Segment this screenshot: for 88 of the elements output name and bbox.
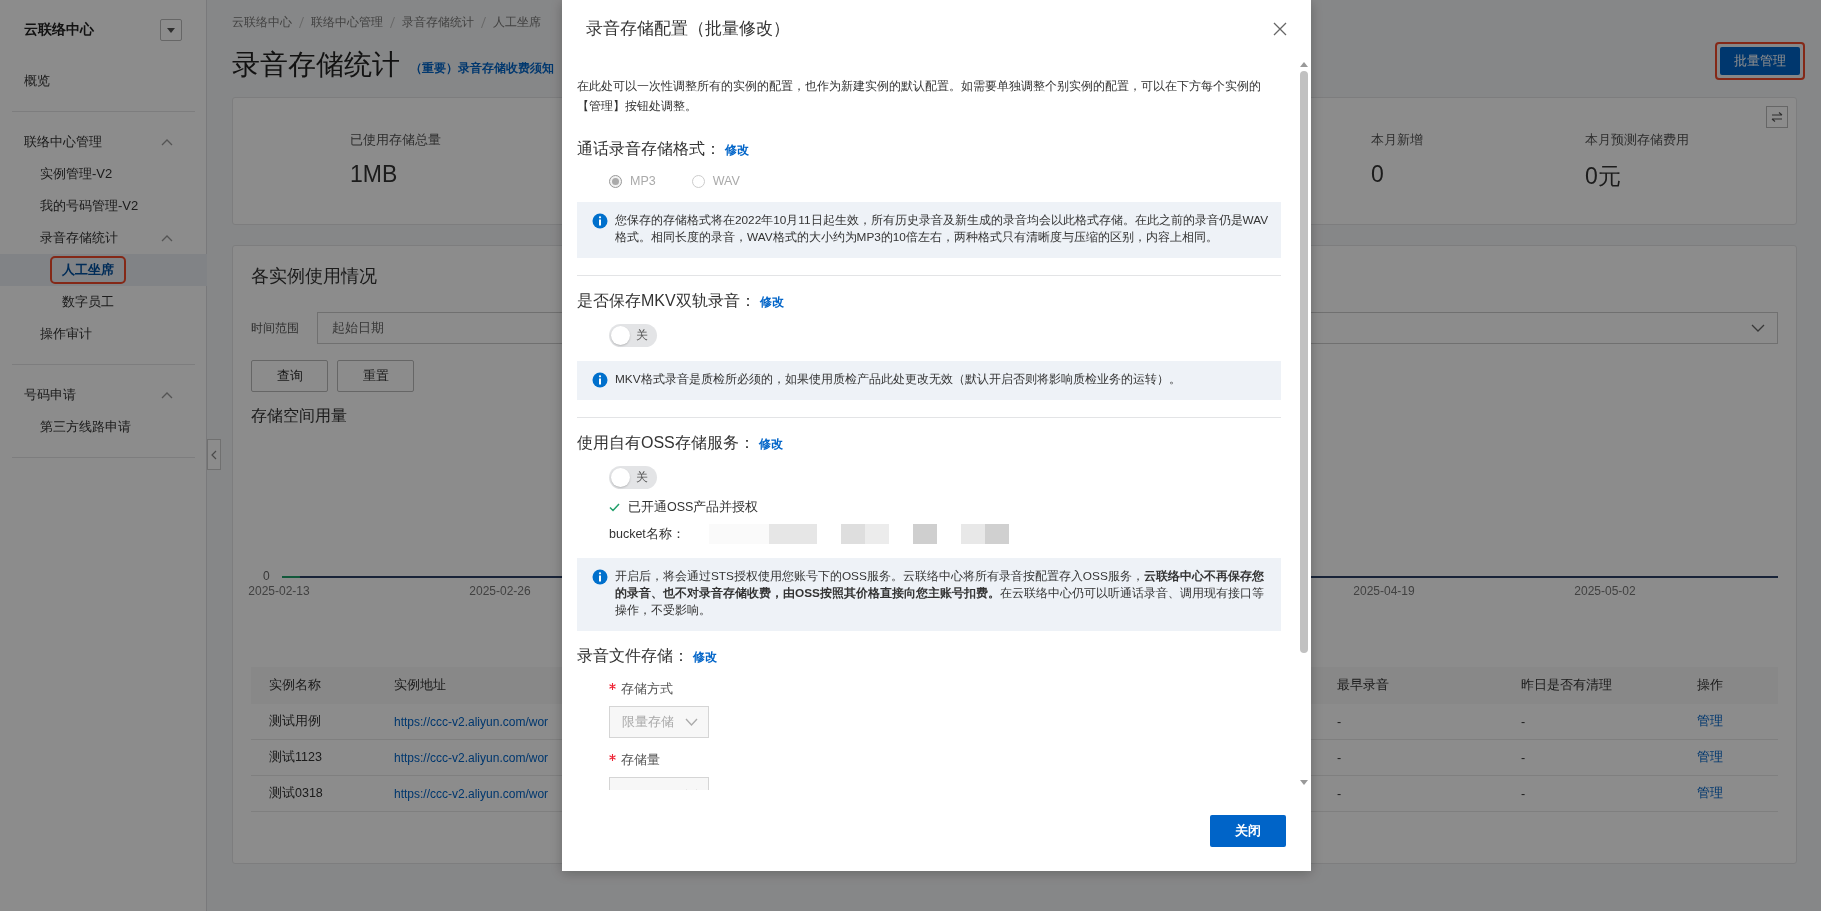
column-header: 最早录音 xyxy=(1319,667,1503,704)
axis-tick-label: 2025-02-13 xyxy=(247,584,311,598)
field-label: bucket名称： xyxy=(609,525,685,543)
section-title: 各实例使用情况 xyxy=(251,265,378,288)
table-cell: - xyxy=(1503,739,1679,776)
check-icon xyxy=(609,503,620,512)
edit-link[interactable]: 修改 xyxy=(693,649,717,666)
field-label: 存储量 xyxy=(609,752,1281,769)
page-title: 录音存储统计 xyxy=(232,48,400,82)
chevron-left-icon xyxy=(211,449,217,460)
notice-link[interactable]: （重要）录音存储收费须知 xyxy=(410,60,554,76)
setting-heading: 是否保存MKV双轨录音： xyxy=(577,291,756,311)
alert-text: 开启后，将会通过STS授权使用您账号下的OSS服务。云联络中心将所有录音按配置存入OSS服务，云联络中心不再保存您的录音、也不对录音存储收费，由OSS按照其价格直接向您主账号扣费。在云联络中心仍可以听通话录音、调用现有接口等操作，不受影响。 xyxy=(615,568,1265,619)
close-icon[interactable] xyxy=(1273,22,1287,36)
nav-item[interactable]: 第三方线路申请 xyxy=(40,418,131,436)
manage-link[interactable]: 管理 xyxy=(1697,750,1723,764)
alert-text: MKV格式录音是质检所必须的，如果使用质检产品此处更改无效（默认开启否则将影响质检业务的运转）。 xyxy=(615,371,1181,388)
axis-tick-label: 2025-02-26 xyxy=(468,584,532,598)
table-cell: - xyxy=(1319,739,1503,776)
breadcrumb-link[interactable]: 人工坐席 xyxy=(493,13,541,31)
stat-label: 本月新增 xyxy=(1371,132,1424,149)
close-button[interactable]: 关闭 xyxy=(1210,815,1286,847)
edit-link[interactable]: 修改 xyxy=(758,436,783,453)
setting-heading: 通话录音存储格式： xyxy=(577,139,721,159)
instance-url-link[interactable]: https://ccc-v2.aliyun.com/wor xyxy=(394,786,549,801)
alert-text: 您保存的存储格式将在2022年10月11日起生效，所有历史录音及新生成的录音均会以此格式存储。在此之前的录音仍是WAV格式。相同长度的录音，WAV格式的大小约为MP3的10倍左右，两种格式只有清晰度与压缩的区别，内容上相同。 xyxy=(615,212,1269,246)
table-cell: - xyxy=(1319,775,1503,812)
setting-heading: 使用自有OSS存储服务： xyxy=(577,433,755,453)
info-icon xyxy=(592,372,608,388)
dialog-title: 录音存储配置（批量修改） xyxy=(586,18,790,39)
table-cell: 测试0318 xyxy=(251,775,376,812)
stat-value: 1MB xyxy=(350,161,399,188)
chevron-down-icon xyxy=(685,718,698,726)
info-icon xyxy=(592,569,608,585)
stat-label: 已使用存储总量 xyxy=(350,132,442,149)
table-cell: 测试1123 xyxy=(251,739,376,776)
chart-title: 存储空间用量 xyxy=(251,406,348,426)
toggle-switch[interactable]: 关 xyxy=(609,466,657,489)
edit-link[interactable]: 修改 xyxy=(759,294,784,311)
batch-manage-button[interactable]: 批量管理 xyxy=(1720,47,1800,75)
intro-text: 在此处可以一次性调整所有的实例的配置，也作为新建实例的默认配置。如需要单独调整个别实例的配置，可以在下方每个实例的【管理】按钮处调整。 xyxy=(577,78,1262,115)
table-cell: - xyxy=(1503,704,1679,740)
column-header: 实例名称 xyxy=(251,667,376,704)
axis-tick-label: 2025-05-02 xyxy=(1573,584,1637,598)
table-cell: - xyxy=(1503,775,1679,812)
nav-item[interactable]: 操作审计 xyxy=(40,325,92,343)
nav-item[interactable]: 实例管理-V2 xyxy=(40,165,113,183)
axis-tick-label: 0 xyxy=(263,569,270,583)
breadcrumb-link[interactable]: 联络中心管理 xyxy=(311,13,383,31)
toggle-switch[interactable]: 关 xyxy=(609,324,657,347)
table-cell: - xyxy=(1319,704,1503,740)
nav-item[interactable]: 概览 xyxy=(24,72,50,90)
breadcrumb-link[interactable]: 云联络中心 xyxy=(232,13,292,31)
dropdown-button[interactable] xyxy=(160,19,182,41)
nav-group[interactable]: 录音存储统计 xyxy=(40,229,118,247)
collapse-sidebar-button[interactable] xyxy=(207,439,221,470)
field-label: 存储方式 xyxy=(609,681,1281,698)
nav-item[interactable]: 数字员工 xyxy=(62,293,114,311)
column-header: 昨日是否有清理 xyxy=(1503,667,1679,704)
action-button[interactable]: 查询 xyxy=(251,360,328,392)
swap-button[interactable] xyxy=(1766,106,1788,128)
stat-label: 本月预测存储费用 xyxy=(1585,132,1690,149)
app-title: 云联络中心 xyxy=(24,21,94,39)
status-text: 已开通OSS产品并授权 xyxy=(628,499,759,516)
setting-heading: 录音文件存储： xyxy=(577,646,689,666)
triangle-down-icon xyxy=(167,27,175,33)
axis-tick-label: 2025-04-19 xyxy=(1352,584,1416,598)
table-cell: 测试用例 xyxy=(251,704,376,740)
chevron-down-icon xyxy=(1751,324,1765,332)
caret-up-icon[interactable] xyxy=(161,391,173,399)
instance-url-link[interactable]: https://ccc-v2.aliyun.com/wor xyxy=(394,714,549,729)
column-header: 操作 xyxy=(1679,667,1778,704)
stat-value: 0 xyxy=(1371,161,1385,188)
field-label: 时间范围 xyxy=(251,319,299,337)
caret-up-icon[interactable] xyxy=(161,234,173,242)
nav-item[interactable]: 人工坐席 xyxy=(62,262,114,277)
nav-group[interactable]: 号码申请 xyxy=(24,386,76,404)
manage-link[interactable]: 管理 xyxy=(1697,714,1723,728)
instance-url-link[interactable]: https://ccc-v2.aliyun.com/wor xyxy=(394,750,549,765)
action-button[interactable]: 重置 xyxy=(337,360,414,392)
nav-item[interactable]: 我的号码管理-V2 xyxy=(40,197,139,215)
manage-link[interactable]: 管理 xyxy=(1697,786,1723,800)
swap-arrows-icon xyxy=(1771,112,1783,122)
nav-group[interactable]: 联络中心管理 xyxy=(24,133,102,151)
stat-value: 0元 xyxy=(1585,162,1622,191)
info-icon xyxy=(592,213,608,229)
caret-up-icon[interactable] xyxy=(161,138,173,146)
breadcrumb-link[interactable]: 录音存储统计 xyxy=(402,13,474,31)
